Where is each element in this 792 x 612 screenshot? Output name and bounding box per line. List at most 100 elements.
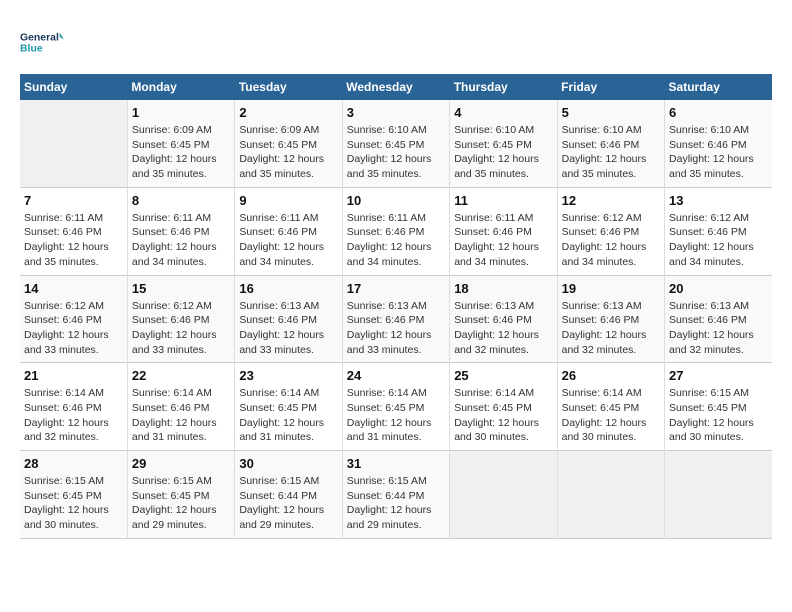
day-number: 23 <box>239 368 337 383</box>
header-tuesday: Tuesday <box>235 74 342 100</box>
calendar-cell <box>557 451 664 539</box>
day-info: Sunrise: 6:11 AMSunset: 6:46 PMDaylight:… <box>24 211 123 270</box>
svg-text:Blue: Blue <box>20 43 43 54</box>
page-header: General Blue <box>20 20 772 64</box>
week-row-5: 28 Sunrise: 6:15 AMSunset: 6:45 PMDayligh… <box>20 451 772 539</box>
day-info: Sunrise: 6:14 AMSunset: 6:45 PMDaylight:… <box>347 386 445 445</box>
header-sunday: Sunday <box>20 74 127 100</box>
calendar-cell: 23 Sunrise: 6:14 AMSunset: 6:45 PMDayligh… <box>235 363 342 451</box>
calendar-cell: 5 Sunrise: 6:10 AMSunset: 6:46 PMDaylight… <box>557 100 664 187</box>
calendar-cell: 1 Sunrise: 6:09 AMSunset: 6:45 PMDaylight… <box>127 100 234 187</box>
day-info: Sunrise: 6:09 AMSunset: 6:45 PMDaylight:… <box>132 123 230 182</box>
day-number: 19 <box>562 281 660 296</box>
calendar-cell: 29 Sunrise: 6:15 AMSunset: 6:45 PMDayligh… <box>127 451 234 539</box>
day-number: 18 <box>454 281 552 296</box>
logo-svg: General Blue <box>20 20 64 64</box>
day-number: 9 <box>239 193 337 208</box>
day-info: Sunrise: 6:15 AMSunset: 6:44 PMDaylight:… <box>347 474 445 533</box>
calendar-cell: 18 Sunrise: 6:13 AMSunset: 6:46 PMDayligh… <box>450 275 557 363</box>
calendar-cell: 16Sunrise: 6:13 AMSunset: 6:46 PMDayligh… <box>235 275 342 363</box>
day-info: Sunrise: 6:14 AMSunset: 6:45 PMDaylight:… <box>562 386 660 445</box>
day-info: Sunrise: 6:09 AMSunset: 6:45 PMDaylight:… <box>239 123 337 182</box>
calendar-cell: 12 Sunrise: 6:12 AMSunset: 6:46 PMDayligh… <box>557 187 664 275</box>
svg-text:General: General <box>20 32 59 43</box>
day-info: Sunrise: 6:13 AMSunset: 6:46 PMDaylight:… <box>454 299 552 358</box>
calendar-cell: 2 Sunrise: 6:09 AMSunset: 6:45 PMDaylight… <box>235 100 342 187</box>
day-info: Sunrise: 6:15 AMSunset: 6:45 PMDaylight:… <box>132 474 230 533</box>
calendar-cell: 20 Sunrise: 6:13 AMSunset: 6:46 PMDayligh… <box>665 275 772 363</box>
header-row: SundayMondayTuesdayWednesdayThursdayFrid… <box>20 74 772 100</box>
week-row-3: 14 Sunrise: 6:12 AMSunset: 6:46 PMDayligh… <box>20 275 772 363</box>
day-number: 10 <box>347 193 445 208</box>
day-info: Sunrise: 6:10 AMSunset: 6:45 PMDaylight:… <box>347 123 445 182</box>
day-number: 31 <box>347 456 445 471</box>
day-info: Sunrise: 6:14 AMSunset: 6:45 PMDaylight:… <box>239 386 337 445</box>
day-info: Sunrise: 6:15 AMSunset: 6:45 PMDaylight:… <box>24 474 123 533</box>
calendar-cell: 3 Sunrise: 6:10 AMSunset: 6:45 PMDaylight… <box>342 100 449 187</box>
day-info: Sunrise: 6:12 AMSunset: 6:46 PMDaylight:… <box>562 211 660 270</box>
day-number: 12 <box>562 193 660 208</box>
day-info: Sunrise: 6:10 AMSunset: 6:46 PMDaylight:… <box>669 123 768 182</box>
header-thursday: Thursday <box>450 74 557 100</box>
calendar-cell: 9 Sunrise: 6:11 AMSunset: 6:46 PMDaylight… <box>235 187 342 275</box>
day-number: 5 <box>562 105 660 120</box>
day-number: 13 <box>669 193 768 208</box>
day-info: Sunrise: 6:15 AMSunset: 6:45 PMDaylight:… <box>669 386 768 445</box>
day-info: Sunrise: 6:13 AMSunset: 6:46 PMDaylight:… <box>562 299 660 358</box>
calendar-cell: 27 Sunrise: 6:15 AMSunset: 6:45 PMDayligh… <box>665 363 772 451</box>
day-number: 3 <box>347 105 445 120</box>
day-number: 11 <box>454 193 552 208</box>
week-row-2: 7 Sunrise: 6:11 AMSunset: 6:46 PMDaylight… <box>20 187 772 275</box>
day-number: 24 <box>347 368 445 383</box>
calendar-cell: 15 Sunrise: 6:12 AMSunset: 6:46 PMDayligh… <box>127 275 234 363</box>
calendar-cell: 17 Sunrise: 6:13 AMSunset: 6:46 PMDayligh… <box>342 275 449 363</box>
day-number: 7 <box>24 193 123 208</box>
day-number: 17 <box>347 281 445 296</box>
day-number: 22 <box>132 368 230 383</box>
calendar-table: SundayMondayTuesdayWednesdayThursdayFrid… <box>20 74 772 539</box>
calendar-cell: 11 Sunrise: 6:11 AMSunset: 6:46 PMDayligh… <box>450 187 557 275</box>
day-number: 21 <box>24 368 123 383</box>
day-number: 15 <box>132 281 230 296</box>
header-saturday: Saturday <box>665 74 772 100</box>
calendar-cell: 13Sunrise: 6:12 AMSunset: 6:46 PMDayligh… <box>665 187 772 275</box>
calendar-cell: 24 Sunrise: 6:14 AMSunset: 6:45 PMDayligh… <box>342 363 449 451</box>
day-number: 1 <box>132 105 230 120</box>
calendar-cell: 6 Sunrise: 6:10 AMSunset: 6:46 PMDaylight… <box>665 100 772 187</box>
day-info: Sunrise: 6:11 AMSunset: 6:46 PMDaylight:… <box>132 211 230 270</box>
day-info: Sunrise: 6:11 AMSunset: 6:46 PMDaylight:… <box>347 211 445 270</box>
calendar-cell: 22 Sunrise: 6:14 AMSunset: 6:46 PMDayligh… <box>127 363 234 451</box>
day-info: Sunrise: 6:11 AMSunset: 6:46 PMDaylight:… <box>239 211 337 270</box>
header-monday: Monday <box>127 74 234 100</box>
day-info: Sunrise: 6:10 AMSunset: 6:45 PMDaylight:… <box>454 123 552 182</box>
calendar-cell: 28 Sunrise: 6:15 AMSunset: 6:45 PMDayligh… <box>20 451 127 539</box>
day-number: 27 <box>669 368 768 383</box>
day-info: Sunrise: 6:14 AMSunset: 6:46 PMDaylight:… <box>24 386 123 445</box>
calendar-cell <box>450 451 557 539</box>
day-number: 25 <box>454 368 552 383</box>
logo: General Blue <box>20 20 64 64</box>
day-number: 29 <box>132 456 230 471</box>
day-number: 2 <box>239 105 337 120</box>
day-number: 28 <box>24 456 123 471</box>
day-info: Sunrise: 6:12 AMSunset: 6:46 PMDaylight:… <box>132 299 230 358</box>
calendar-cell: 10 Sunrise: 6:11 AMSunset: 6:46 PMDayligh… <box>342 187 449 275</box>
day-info: Sunrise: 6:10 AMSunset: 6:46 PMDaylight:… <box>562 123 660 182</box>
day-info: Sunrise: 6:14 AMSunset: 6:46 PMDaylight:… <box>132 386 230 445</box>
calendar-cell: 7 Sunrise: 6:11 AMSunset: 6:46 PMDaylight… <box>20 187 127 275</box>
day-info: Sunrise: 6:13 AMSunset: 6:46 PMDaylight:… <box>347 299 445 358</box>
calendar-cell: 8Sunrise: 6:11 AMSunset: 6:46 PMDaylight… <box>127 187 234 275</box>
week-row-4: 21 Sunrise: 6:14 AMSunset: 6:46 PMDayligh… <box>20 363 772 451</box>
day-info: Sunrise: 6:12 AMSunset: 6:46 PMDaylight:… <box>24 299 123 358</box>
day-info: Sunrise: 6:13 AMSunset: 6:46 PMDaylight:… <box>669 299 768 358</box>
header-wednesday: Wednesday <box>342 74 449 100</box>
day-number: 14 <box>24 281 123 296</box>
day-number: 6 <box>669 105 768 120</box>
calendar-cell: 21 Sunrise: 6:14 AMSunset: 6:46 PMDayligh… <box>20 363 127 451</box>
day-number: 4 <box>454 105 552 120</box>
calendar-cell: 26Sunrise: 6:14 AMSunset: 6:45 PMDayligh… <box>557 363 664 451</box>
day-info: Sunrise: 6:11 AMSunset: 6:46 PMDaylight:… <box>454 211 552 270</box>
header-friday: Friday <box>557 74 664 100</box>
week-row-1: 1 Sunrise: 6:09 AMSunset: 6:45 PMDaylight… <box>20 100 772 187</box>
day-number: 20 <box>669 281 768 296</box>
